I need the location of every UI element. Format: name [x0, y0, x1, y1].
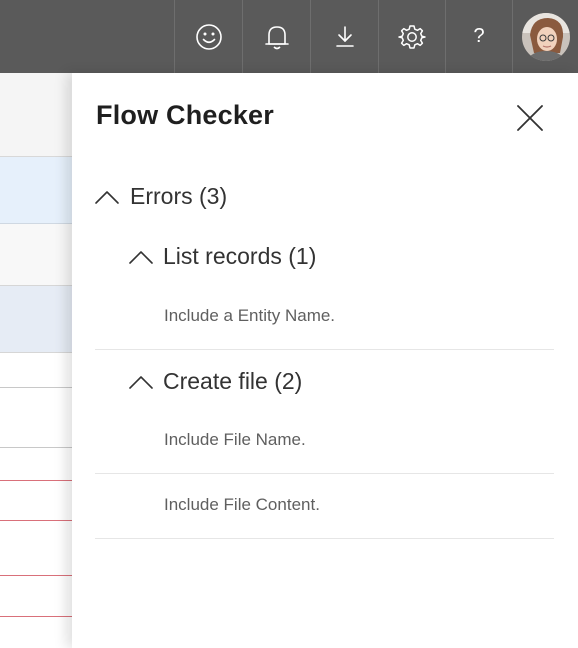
errors-group-label: Errors (3): [130, 183, 228, 209]
error-item[interactable]: Include File Name.: [164, 430, 306, 450]
background-error-line: [0, 575, 72, 576]
list-records-group-toggle[interactable]: List records (1): [128, 243, 316, 270]
background-header: [0, 73, 72, 157]
background-error-line: [0, 520, 72, 521]
background-divider: [0, 447, 72, 448]
settings-button[interactable]: [378, 0, 445, 73]
create-file-group-toggle[interactable]: Create file (2): [128, 368, 302, 395]
download-icon: [333, 24, 357, 50]
download-button[interactable]: [310, 0, 378, 73]
avatar: [521, 12, 570, 61]
bell-icon: [263, 22, 291, 52]
notifications-button[interactable]: [242, 0, 310, 73]
create-file-group-label: Create file (2): [163, 368, 303, 394]
help-label: ?: [473, 25, 485, 47]
chevron-up-icon: [128, 373, 154, 391]
profile-button[interactable]: [512, 0, 578, 73]
top-bar: ?: [0, 0, 578, 73]
background-page: [0, 73, 72, 648]
chevron-up-icon: [128, 248, 154, 266]
panel-title: Flow Checker: [96, 100, 274, 130]
background-error-line: [0, 616, 72, 617]
error-item[interactable]: Include a Entity Name.: [164, 306, 335, 326]
list-records-group-label: List records (1): [163, 243, 317, 269]
background-row: [0, 157, 72, 224]
chevron-up-icon: [94, 188, 120, 206]
errors-group-toggle[interactable]: Errors (3): [94, 183, 227, 210]
help-button[interactable]: ?: [445, 0, 512, 73]
feedback-button[interactable]: [174, 0, 242, 73]
smiley-icon: [195, 23, 223, 51]
background-divider: [0, 387, 72, 388]
gear-icon: [398, 23, 426, 51]
background-row: [0, 224, 72, 286]
error-item[interactable]: Include File Content.: [164, 495, 320, 515]
divider: [95, 473, 554, 474]
background-row: [0, 286, 72, 353]
close-icon: [512, 105, 548, 140]
divider: [95, 349, 554, 350]
close-button[interactable]: [512, 100, 548, 136]
background-error-line: [0, 480, 72, 481]
flow-checker-panel: Flow Checker Errors (3) List records (1)…: [72, 73, 578, 648]
divider: [95, 538, 554, 539]
